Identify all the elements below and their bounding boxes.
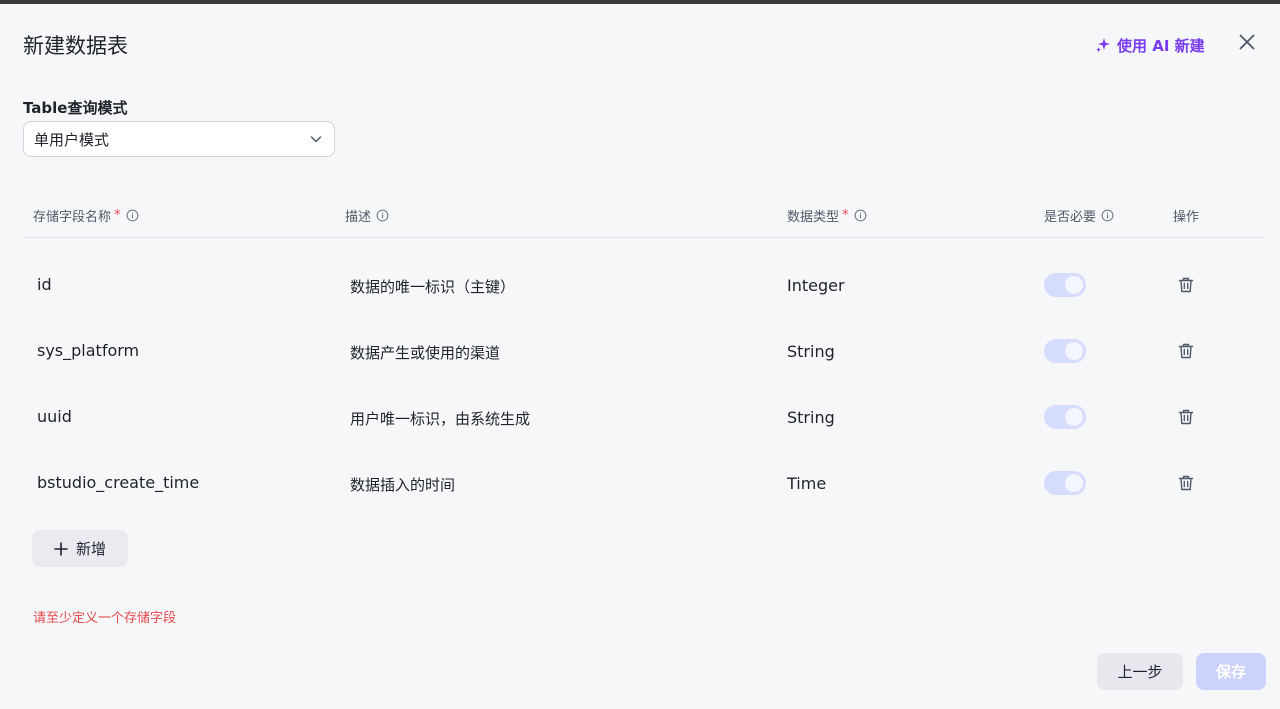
- plus-icon: [54, 541, 68, 556]
- required-toggle[interactable]: [1044, 405, 1086, 429]
- query-mode-select[interactable]: 单用户模式: [23, 121, 335, 157]
- toggle-knob: [1065, 276, 1083, 294]
- trash-icon[interactable]: [1177, 342, 1195, 360]
- toggle-knob: [1065, 408, 1083, 426]
- required-mark: *: [842, 208, 849, 223]
- create-table-dialog: 新建数据表 使用 AI 新建 Table查询模式 单用户模式 存储字段名称 * 描…: [0, 4, 1280, 709]
- info-icon[interactable]: [376, 209, 389, 222]
- field-name-cell[interactable]: uuid: [37, 407, 72, 426]
- close-button[interactable]: [1236, 31, 1258, 53]
- save-button[interactable]: 保存: [1196, 653, 1266, 690]
- info-icon[interactable]: [126, 209, 139, 222]
- field-desc-cell[interactable]: 数据的唯一标识（主键）: [350, 276, 515, 297]
- field-type-cell[interactable]: String: [787, 408, 835, 427]
- required-toggle[interactable]: [1044, 273, 1086, 297]
- toggle-knob: [1065, 474, 1083, 492]
- info-icon[interactable]: [854, 209, 867, 222]
- header-description: 描述: [345, 206, 389, 225]
- field-type-cell[interactable]: Integer: [787, 276, 845, 295]
- field-name-cell[interactable]: bstudio_create_time: [37, 473, 199, 492]
- ai-create-button[interactable]: 使用 AI 新建: [1095, 33, 1205, 57]
- field-desc-cell[interactable]: 数据插入的时间: [350, 474, 455, 495]
- toggle-knob: [1065, 342, 1083, 360]
- table-row: id 数据的唯一标识（主键） Integer: [23, 256, 1266, 322]
- ai-create-label: 使用 AI 新建: [1117, 36, 1205, 55]
- query-mode-value: 单用户模式: [34, 130, 110, 149]
- fields-table-header: 存储字段名称 * 描述 数据类型 * 是否必要 操作: [23, 199, 1266, 238]
- header-required: 是否必要: [1044, 206, 1114, 225]
- field-type-cell[interactable]: String: [787, 342, 835, 361]
- header-field-name: 存储字段名称 *: [33, 206, 139, 225]
- field-name-cell[interactable]: sys_platform: [37, 341, 139, 360]
- table-row: bstudio_create_time 数据插入的时间 Time: [23, 454, 1266, 520]
- field-name-cell[interactable]: id: [37, 275, 52, 294]
- header-operations: 操作: [1173, 210, 1200, 225]
- chevron-down-icon: [310, 136, 322, 143]
- table-row: uuid 用户唯一标识，由系统生成 String: [23, 388, 1266, 454]
- close-icon: [1239, 34, 1255, 50]
- dialog-title: 新建数据表: [23, 34, 128, 58]
- add-field-button[interactable]: 新增: [32, 530, 128, 567]
- required-toggle[interactable]: [1044, 339, 1086, 363]
- required-toggle[interactable]: [1044, 471, 1086, 495]
- trash-icon[interactable]: [1177, 408, 1195, 426]
- trash-icon[interactable]: [1177, 474, 1195, 492]
- header-data-type: 数据类型 *: [787, 206, 867, 225]
- trash-icon[interactable]: [1177, 276, 1195, 294]
- add-field-label: 新增: [75, 540, 106, 558]
- previous-step-button[interactable]: 上一步: [1097, 653, 1183, 690]
- field-desc-cell[interactable]: 数据产生或使用的渠道: [350, 342, 500, 363]
- field-desc-cell[interactable]: 用户唯一标识，由系统生成: [350, 408, 530, 429]
- query-mode-label: Table查询模式: [23, 99, 128, 117]
- sparkle-icon: [1096, 38, 1110, 53]
- info-icon[interactable]: [1101, 209, 1114, 222]
- table-row: sys_platform 数据产生或使用的渠道 String: [23, 322, 1266, 388]
- required-mark: *: [114, 208, 121, 223]
- field-type-cell[interactable]: Time: [787, 474, 826, 493]
- validation-error: 请至少定义一个存储字段: [33, 611, 177, 626]
